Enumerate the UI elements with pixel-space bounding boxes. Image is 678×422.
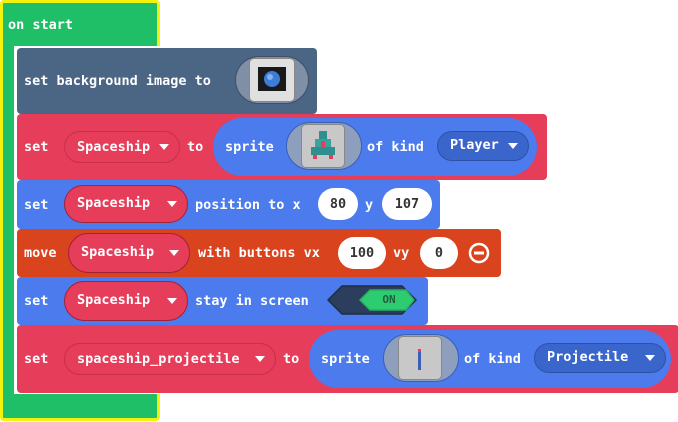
set-label: set <box>24 293 49 309</box>
variable-dropdown[interactable]: Spaceship <box>64 131 180 163</box>
on-off-toggle[interactable]: ON <box>326 284 418 316</box>
to-label: to <box>283 351 300 367</box>
move-label: move <box>24 245 57 261</box>
vy-value-input[interactable]: 0 <box>420 237 458 269</box>
x-value-input[interactable]: 80 <box>318 188 358 220</box>
variable-name: Spaceship <box>81 244 155 260</box>
set-sprite-block[interactable]: set Spaceship to sprite of kind Player <box>17 114 547 180</box>
toggle-label: ON <box>382 293 396 306</box>
variable-name: Spaceship <box>77 195 151 211</box>
set-label: set <box>24 351 49 367</box>
minus-circle-icon[interactable] <box>468 242 490 264</box>
set-background-image-block[interactable]: set background image to <box>17 48 317 114</box>
set-label: set <box>24 139 49 155</box>
chevron-down-icon <box>255 356 265 362</box>
position-to-x-label: position to x <box>195 197 301 213</box>
chevron-down-icon <box>167 201 177 207</box>
kind-dropdown[interactable]: Projectile <box>534 343 666 373</box>
variable-dropdown[interactable]: Spaceship <box>64 185 188 223</box>
sprite-image-thumbnail[interactable] <box>301 124 345 168</box>
kind-dropdown[interactable]: Player <box>437 131 529 161</box>
sprite-image-picker[interactable] <box>286 122 362 170</box>
variable-name: spaceship_projectile <box>77 351 240 367</box>
variable-name: Spaceship <box>77 292 151 308</box>
to-label: to <box>187 139 204 155</box>
chevron-down-icon <box>159 144 169 150</box>
set-projectile-sprite-block[interactable]: set spaceship_projectile to sprite of ki… <box>17 325 678 393</box>
projectile-sprite-icon <box>418 349 421 370</box>
kind-name: Player <box>450 137 499 153</box>
move-with-buttons-block[interactable]: move Spaceship with buttons vx 100 vy 0 <box>17 229 501 277</box>
y-label: y <box>365 197 374 213</box>
sprite-of-kind-reporter[interactable]: sprite of kind Player <box>213 118 537 176</box>
kind-name: Projectile <box>547 349 629 365</box>
of-kind-label: of kind <box>367 139 424 155</box>
stay-in-screen-block[interactable]: set Spaceship stay in screen ON <box>17 277 428 325</box>
background-image-thumbnail[interactable] <box>249 58 295 102</box>
spaceship-sprite-icon <box>311 131 335 159</box>
variable-name: Spaceship <box>77 139 151 155</box>
vx-value-input[interactable]: 100 <box>338 237 386 269</box>
vy-label: vy <box>393 245 410 261</box>
earth-image-icon <box>258 67 286 91</box>
stay-in-screen-label: stay in screen <box>195 293 309 309</box>
variable-dropdown[interactable]: spaceship_projectile <box>64 343 276 375</box>
variable-dropdown[interactable]: Spaceship <box>64 281 188 321</box>
chevron-down-icon <box>169 250 179 256</box>
sprite-image-thumbnail[interactable] <box>398 336 442 380</box>
set-background-label: set background image to <box>24 73 211 89</box>
sprite-label: sprite <box>225 139 274 155</box>
set-label: set <box>24 197 49 213</box>
background-image-picker[interactable] <box>235 56 309 104</box>
of-kind-label: of kind <box>464 351 521 367</box>
chevron-down-icon <box>508 143 518 149</box>
chevron-down-icon <box>645 355 655 361</box>
variable-dropdown[interactable]: Spaceship <box>68 233 190 273</box>
set-position-block[interactable]: set Spaceship position to x 80 y 107 <box>17 180 440 229</box>
on-start-label: on start <box>8 17 74 33</box>
sprite-of-kind-reporter[interactable]: sprite of kind Projectile <box>309 330 671 388</box>
chevron-down-icon <box>167 298 177 304</box>
y-value-input[interactable]: 107 <box>382 188 432 220</box>
sprite-label: sprite <box>321 351 370 367</box>
sprite-image-picker[interactable] <box>383 334 459 382</box>
with-buttons-vx-label: with buttons vx <box>198 245 320 261</box>
